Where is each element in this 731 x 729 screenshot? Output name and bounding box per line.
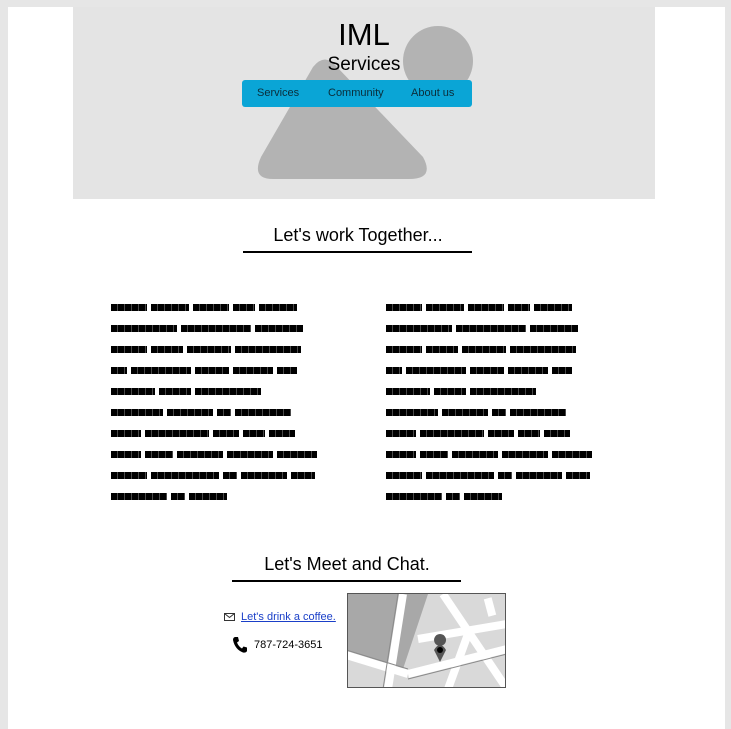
redacted-text-line: [111, 304, 321, 311]
page: IML Services Services Community About us…: [8, 7, 725, 729]
phone-number: 787-724-3651: [254, 639, 323, 651]
redacted-text-line: [386, 430, 596, 437]
text-column-left: [111, 304, 321, 514]
text-column-right: [386, 304, 596, 514]
email-link[interactable]: Let's drink a coffee.: [241, 611, 336, 623]
phone-icon: [233, 637, 247, 653]
nav-bar: Services Community About us: [242, 80, 472, 107]
email-contact: Let's drink a coffee.: [224, 611, 336, 623]
work-section-title: Let's work Together...: [273, 225, 443, 245]
phone-contact: 787-724-3651: [232, 636, 323, 654]
redacted-text-line: [386, 493, 596, 500]
hero-banner: IML Services Services Community About us: [73, 7, 655, 199]
redacted-text-line: [386, 367, 596, 374]
redacted-text-line: [111, 388, 321, 395]
redacted-text-line: [111, 409, 321, 416]
redacted-text-line: [386, 388, 596, 395]
nav-item-community[interactable]: Community: [328, 87, 384, 99]
meet-section-title: Let's Meet and Chat.: [264, 554, 430, 574]
meet-section-divider: [232, 580, 461, 582]
site-title: IML: [338, 17, 390, 52]
redacted-text-line: [111, 493, 321, 500]
redacted-text-line: [386, 346, 596, 353]
redacted-text-line: [111, 472, 321, 479]
redacted-text-line: [386, 325, 596, 332]
redacted-text-line: [386, 409, 596, 416]
work-section-divider: [243, 251, 472, 253]
nav-item-about-us[interactable]: About us: [411, 87, 454, 99]
map-placeholder[interactable]: [347, 593, 506, 688]
site-subtitle: Services: [327, 54, 401, 75]
redacted-text-line: [386, 304, 596, 311]
redacted-text-line: [111, 325, 321, 332]
nav-item-services[interactable]: Services: [257, 87, 299, 99]
map-placeholder-icon: [348, 594, 505, 687]
redacted-text-line: [386, 472, 596, 479]
envelope-icon: [224, 613, 235, 621]
redacted-text-line: [111, 346, 321, 353]
redacted-text-line: [386, 451, 596, 458]
redacted-text-line: [111, 367, 321, 374]
redacted-text-line: [111, 451, 321, 458]
redacted-text-line: [111, 430, 321, 437]
